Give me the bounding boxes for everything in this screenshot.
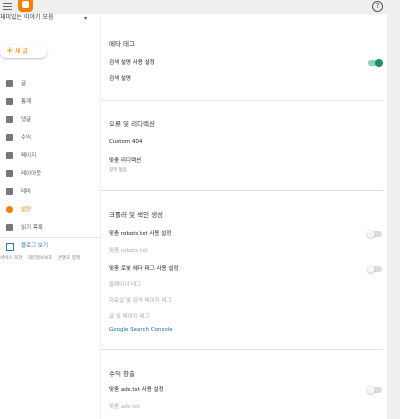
sidebar-item-layout[interactable]: 레이아웃 (0, 165, 100, 183)
sidebar-item-label: 설정 (21, 207, 32, 213)
robots-txt-toggle[interactable] (367, 229, 382, 238)
new-post-label: 새 글 (15, 48, 28, 55)
section-divider (101, 349, 383, 350)
layout-icon (6, 170, 13, 177)
search-description-label[interactable]: 검색 설명 (109, 75, 131, 83)
top-app-bar: ? (0, 0, 400, 14)
section-divider (101, 190, 383, 191)
comments-icon (6, 116, 13, 123)
sidebar-item-posts[interactable]: 글 (0, 75, 100, 93)
reading-list-icon (6, 224, 13, 231)
custom-redirects-label[interactable]: 맞춤 리디렉션 (109, 157, 141, 165)
enable-search-description-label[interactable]: 검색 설명 사용 설정 (109, 59, 155, 67)
view-blog-label: 블로그 보기 (21, 243, 49, 249)
sidebar-divider (0, 237, 100, 238)
chevron-down-icon: ▾ (84, 15, 88, 22)
sidebar-item-stats[interactable]: 통계 (0, 93, 100, 111)
sidebar-item-label: 읽기 목록 (21, 225, 43, 231)
blog-name: 재미있는 이야기 모음 (0, 14, 54, 21)
pages-icon (6, 152, 13, 159)
sidebar-item-theme[interactable]: 테마 (0, 183, 100, 201)
sidebar-item-pages[interactable]: 페이지 (0, 147, 100, 165)
crawlers-indexing-title: 크롤러 및 색인 생성 (109, 211, 164, 219)
sidebar-item-label: 댓글 (21, 117, 32, 123)
footer-links: 서비스 약관 개인정보보호 콘텐츠 정책 (0, 255, 84, 263)
terms-link[interactable]: 서비스 약관 (0, 256, 22, 261)
sidebar-nav: 글 통계 댓글 수익 페이지 레이아웃 테마 설정 읽기 목록 (0, 75, 100, 237)
theme-icon (6, 188, 13, 195)
enable-robots-txt-label[interactable]: 맞춤 robots.txt 사용 설정 (109, 230, 171, 238)
posts-icon (6, 80, 13, 87)
post-page-tags-label: 글 및 페이지 태그 (109, 314, 150, 320)
home-page-tags-label: 홈페이지 태그 (109, 282, 142, 288)
sidebar-item-comments[interactable]: 댓글 (0, 111, 100, 129)
open-external-icon (6, 243, 14, 251)
ads-txt-toggle[interactable] (367, 385, 382, 394)
google-search-console-link[interactable]: Google Search Console (109, 326, 173, 334)
blogger-logo-icon[interactable] (18, 0, 33, 12)
hamburger-menu-icon[interactable] (3, 3, 12, 10)
settings-panel: 메타 태그 검색 설명 사용 설정 검색 설명 오류 및 리디렉션 Custom… (101, 14, 387, 419)
sidebar-item-reading-list[interactable]: 읽기 목록 (0, 219, 100, 237)
earnings-icon (6, 134, 13, 141)
new-post-button[interactable]: + 새 글 (0, 45, 47, 58)
custom-redirects-value: 항목 없음 (109, 168, 127, 173)
sidebar-item-label: 레이아웃 (21, 171, 42, 177)
content-policy-link[interactable]: 콘텐츠 정책 (58, 256, 80, 261)
sidebar-item-label: 통계 (21, 99, 32, 105)
custom-ads-txt-label: 맞춤 ads.txt (109, 404, 140, 410)
plus-icon: + (6, 46, 14, 56)
blog-selector[interactable]: 재미있는 이야기 모음 ▾ (0, 14, 100, 28)
sidebar-item-label: 페이지 (21, 153, 37, 159)
view-blog-link[interactable]: 블로그 보기 (0, 240, 100, 254)
sidebar-item-earnings[interactable]: 수익 (0, 129, 100, 147)
sidebar-item-label: 글 (21, 81, 27, 87)
errors-redirects-title: 오류 및 리디렉션 (109, 120, 155, 128)
sidebar-item-settings[interactable]: 설정 (0, 201, 100, 219)
custom-404-label[interactable]: Custom 404 (109, 138, 142, 146)
search-description-toggle[interactable] (368, 58, 383, 67)
monetization-title: 수익 창출 (109, 370, 135, 378)
archive-search-tags-label: 자료실 및 검색 페이지 태그 (109, 298, 172, 304)
custom-robots-txt-label: 맞춤 robots.txt (109, 248, 148, 254)
help-icon[interactable]: ? (372, 1, 383, 12)
stats-icon (6, 98, 13, 105)
privacy-link[interactable]: 개인정보보호 (28, 256, 53, 261)
section-divider (101, 100, 383, 101)
sidebar-item-label: 수익 (21, 135, 32, 141)
enable-robot-header-tags-label[interactable]: 맞춤 로봇 헤더 태그 사용 설정 (109, 265, 178, 273)
settings-icon (6, 206, 13, 213)
enable-ads-txt-label[interactable]: 맞춤 ads.txt 사용 설정 (109, 386, 164, 394)
robot-header-tags-toggle[interactable] (367, 264, 382, 273)
sidebar-item-label: 테마 (21, 189, 32, 195)
meta-tags-title: 메타 태그 (109, 40, 135, 48)
